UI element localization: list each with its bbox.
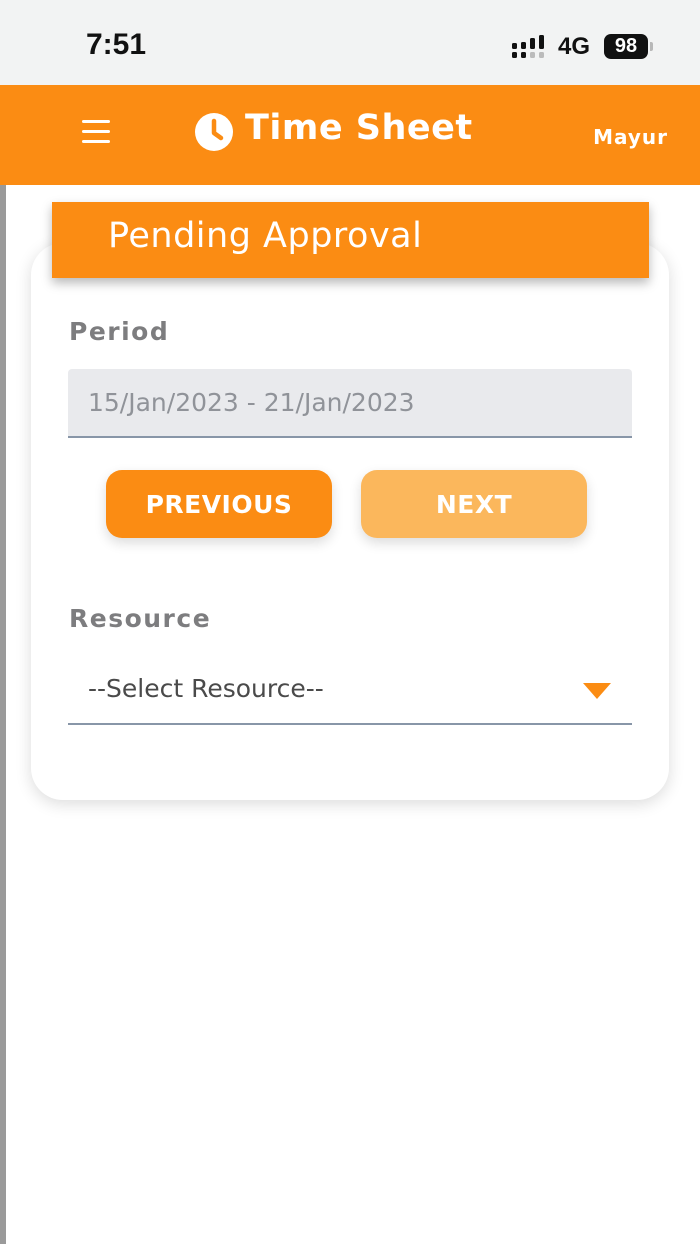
resource-select[interactable]: --Select Resource-- xyxy=(68,656,632,725)
app-header: Time Sheet Mayur xyxy=(0,85,700,185)
clock-icon xyxy=(195,113,233,151)
left-edge-divider xyxy=(0,185,6,1244)
previous-button[interactable]: PREVIOUS xyxy=(106,470,332,538)
status-time: 7:51 xyxy=(86,28,147,61)
period-label: Period xyxy=(69,317,170,346)
card-banner: Pending Approval xyxy=(52,202,649,278)
battery-icon: 98 xyxy=(604,34,648,59)
network-type: 4G xyxy=(558,33,591,60)
dropdown-triangle-icon xyxy=(583,683,611,699)
status-bar: 7:51 4G 98 xyxy=(0,0,700,85)
next-button[interactable]: NEXT xyxy=(361,470,587,538)
user-name[interactable]: Mayur xyxy=(593,125,668,149)
card-title: Pending Approval xyxy=(108,216,423,256)
signal-icon xyxy=(512,35,544,58)
app-title: Time Sheet xyxy=(245,108,473,148)
period-input[interactable] xyxy=(68,369,632,438)
battery-cap xyxy=(650,42,653,51)
menu-icon[interactable] xyxy=(82,120,112,144)
resource-label: Resource xyxy=(69,604,212,633)
resource-selected-value: --Select Resource-- xyxy=(88,674,324,703)
